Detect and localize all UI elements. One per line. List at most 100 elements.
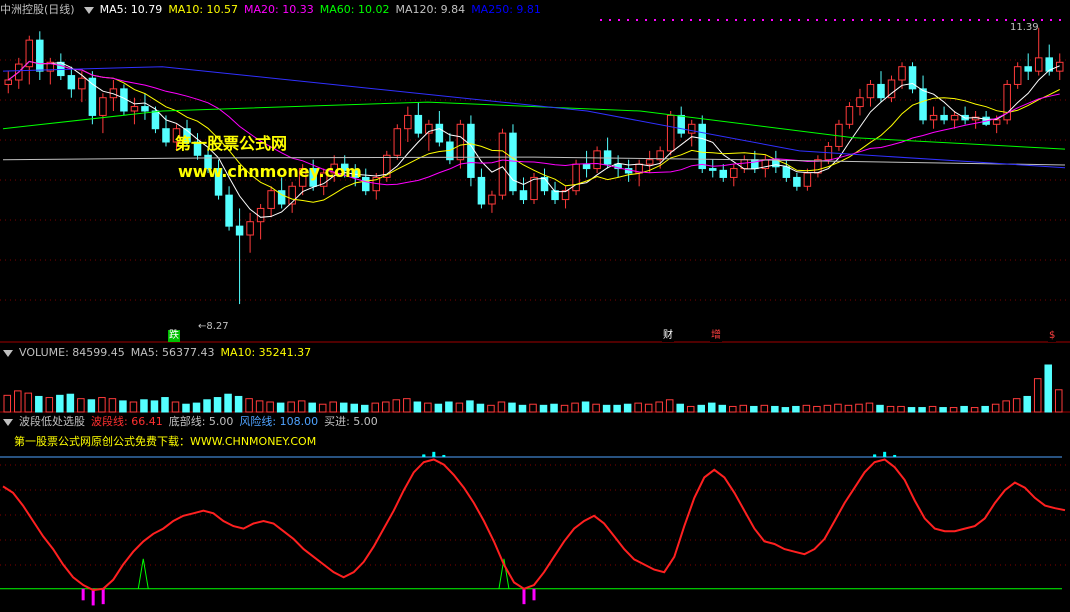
candle (572, 163, 580, 192)
top-dot (690, 19, 692, 21)
volume-bar (539, 404, 548, 413)
candle (141, 106, 149, 112)
candle (25, 39, 34, 68)
volume-bar (234, 395, 243, 413)
volume-bar (392, 399, 401, 413)
volume-bar (1023, 395, 1031, 413)
top-dot (789, 19, 791, 21)
volume-bar (581, 401, 590, 413)
volume-bar (739, 404, 748, 413)
volume-bar (434, 403, 443, 413)
top-dot (906, 19, 908, 21)
volume-bar (403, 398, 411, 413)
volume-bar (3, 394, 12, 413)
top-dot (951, 19, 953, 21)
candle (856, 97, 864, 108)
candle (393, 128, 402, 156)
volume-bar (487, 404, 495, 413)
top-dot (1014, 19, 1016, 21)
candle (414, 114, 423, 134)
top-dot (861, 19, 863, 21)
volume-header: VOLUME: 84599.45 MA5: 56377.43 MA10: 35241… (0, 345, 323, 361)
chevron-down-icon[interactable] (3, 349, 13, 357)
volume-bar (424, 402, 432, 413)
candle (593, 150, 601, 170)
peak-bar (432, 451, 436, 457)
volume-bar (960, 405, 968, 413)
top-dot (834, 19, 836, 21)
top-dot (1041, 19, 1043, 21)
candle (67, 75, 76, 90)
watermark-title: 第一股票公式网 (175, 134, 288, 153)
volume-bar (518, 404, 527, 413)
top-dot (924, 19, 926, 21)
candle (36, 39, 44, 72)
volume-bar (1044, 364, 1052, 413)
volume-bar (192, 402, 201, 413)
main-header: 中洲控股(日线) MA5: 10.79 MA10: 10.57 MA20: 10.33… (0, 2, 553, 18)
candle (519, 190, 528, 201)
volume-bar (508, 402, 516, 413)
volume-bar (476, 403, 485, 413)
indicator-value-label: 底部线: 5.00 (168, 415, 234, 428)
buy-bar (522, 588, 526, 605)
candle (940, 114, 948, 121)
event-marker[interactable]: 跌 (168, 330, 180, 342)
peak-bar (893, 454, 897, 457)
top-dot (663, 19, 665, 21)
indicator-header: 波段低处选股 波段线: 66.41 底部线: 5.00 风险线: 108.00 买进: … (0, 414, 390, 430)
indicator-value-label: 风险线: 108.00 (239, 415, 319, 428)
wave-line (2, 458, 1066, 592)
volume-bar (182, 403, 190, 413)
buy-bar (81, 588, 85, 601)
top-dot (843, 19, 845, 21)
top-dot (969, 19, 971, 21)
volume-bar (592, 403, 600, 413)
candle (751, 159, 759, 170)
buy-signal-arrow (137, 558, 149, 589)
candle (730, 168, 738, 178)
volume-bar (623, 403, 632, 413)
chevron-down-icon[interactable] (3, 418, 13, 426)
candle (498, 132, 507, 196)
candle (78, 77, 86, 90)
top-dot (735, 19, 737, 21)
event-marker[interactable]: $ (1048, 330, 1057, 342)
top-dot (978, 19, 980, 21)
volume-bar (707, 402, 716, 413)
indicator-value-label: MA5: 56377.43 (130, 346, 215, 359)
volume-bar (991, 403, 1000, 413)
candle (782, 166, 791, 178)
indicator-value-label: MA10: 35241.37 (220, 346, 312, 359)
volume-bar (350, 403, 359, 413)
candle (362, 176, 370, 192)
volume-bar (760, 404, 769, 413)
volume-bar (171, 401, 180, 413)
volume-bar (529, 403, 537, 413)
candle (477, 176, 486, 205)
peak-bar (422, 454, 426, 457)
volume-bar (981, 405, 989, 413)
candle (845, 106, 854, 125)
volume-bar (276, 402, 285, 413)
event-marker[interactable]: 财 (662, 330, 674, 342)
candle (708, 168, 717, 171)
candle (919, 88, 927, 121)
candle (582, 163, 591, 170)
chevron-down-icon[interactable] (83, 6, 94, 14)
candle (267, 190, 275, 209)
top-dot (618, 19, 620, 21)
stock-title: 中洲控股(日线) (0, 3, 75, 16)
volume-bar (35, 395, 43, 413)
candle (235, 225, 244, 236)
candle (404, 114, 412, 130)
volume-bar (56, 394, 64, 413)
candle (950, 114, 959, 121)
top-dot (870, 19, 872, 21)
volume-bar (150, 400, 159, 413)
volume-bar (750, 405, 758, 413)
top-dot (609, 19, 611, 21)
candle (151, 110, 160, 130)
candle (162, 128, 170, 143)
event-marker[interactable]: 增 (710, 330, 722, 342)
